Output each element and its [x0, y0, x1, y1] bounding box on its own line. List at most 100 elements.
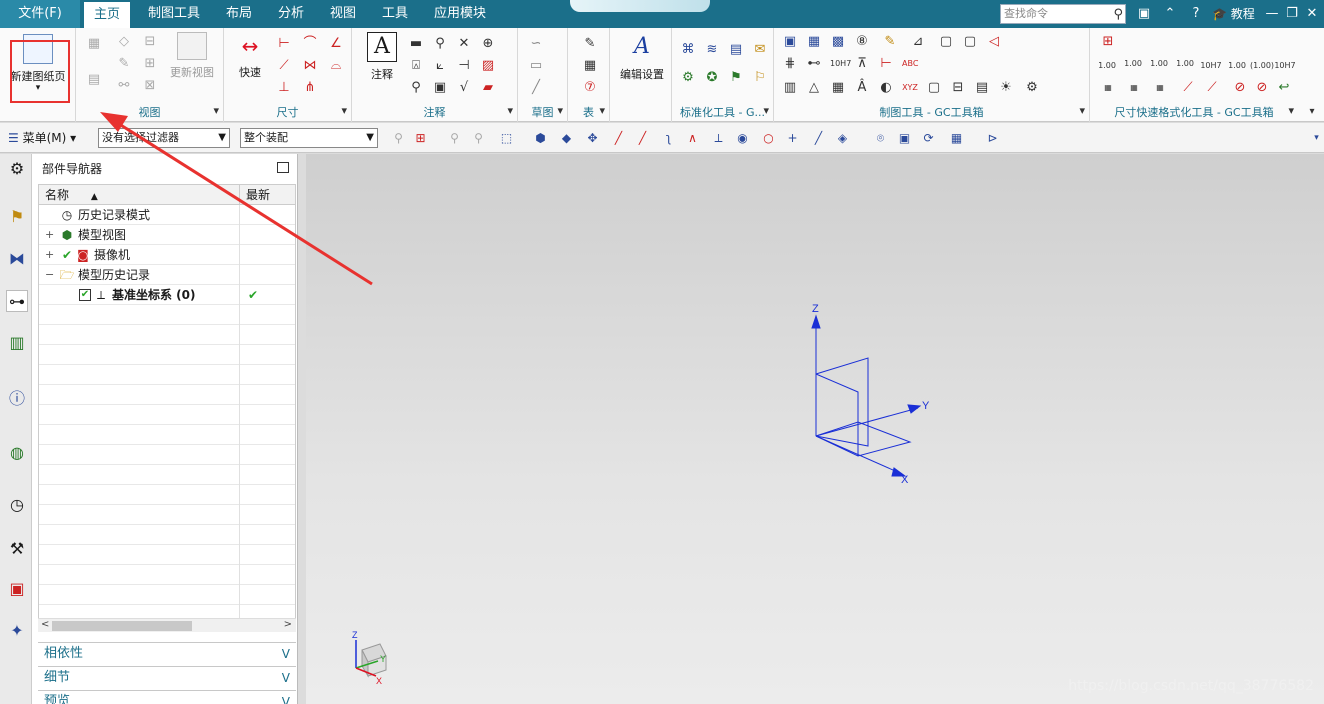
surface-finish-icon[interactable]: ⟀	[432, 58, 448, 74]
std-tool-1-icon[interactable]: ⌘	[680, 42, 696, 58]
snap-line-icon[interactable]: ╱	[810, 130, 827, 147]
group-drafting-gc-dropdown-icon[interactable]: ▾	[1079, 104, 1085, 117]
fmt-tool-7-icon[interactable]: ⊘	[1232, 80, 1248, 96]
gc-tool-25-icon[interactable]: ☀	[998, 80, 1014, 96]
arc-length-dim-icon[interactable]: ⌓	[328, 58, 344, 74]
restore-icon[interactable]: ❐	[1282, 4, 1302, 24]
gc-tool-17-icon[interactable]: △	[806, 80, 822, 96]
view-tool-2-icon[interactable]: ▣	[896, 130, 913, 147]
angular-dim-icon[interactable]: ∠	[328, 36, 344, 52]
group-table-dropdown-icon[interactable]: ▾	[599, 104, 605, 117]
std-tool-7-icon[interactable]: ⚑	[728, 70, 744, 86]
chevron-down-icon[interactable]: V	[282, 667, 290, 689]
window-icon[interactable]: ▣	[1134, 4, 1154, 24]
break-view-icon[interactable]: ✎	[116, 56, 132, 72]
section-view-icon[interactable]: ▤	[86, 72, 102, 88]
command-search-input[interactable]: 查找命令 ⚲	[1000, 4, 1126, 24]
view-tool-1-icon[interactable]: ⌾	[872, 130, 889, 147]
tree-row-datum-csys[interactable]: ✔ ⟂ 基准坐标系 (0) ✔	[39, 285, 295, 305]
dependencies-section[interactable]: 相依性 V	[38, 642, 296, 664]
fmt-tool-9-icon[interactable]: ↩	[1276, 80, 1292, 96]
gc-tool-1-icon[interactable]: ▣	[782, 34, 798, 50]
feature-dim-icon[interactable]: ⋔	[302, 80, 318, 96]
scroll-right-icon[interactable]: >	[284, 619, 292, 630]
fmt-tol-3[interactable]: 1.00	[1148, 56, 1170, 72]
expand-icon[interactable]: +	[45, 225, 54, 245]
reuse-library-icon[interactable]: ▥	[6, 332, 28, 354]
group-sketch-dropdown-icon[interactable]: ▾	[557, 104, 563, 117]
expand-icon[interactable]: +	[45, 245, 54, 265]
snap-quadrant-icon[interactable]: ○	[760, 130, 777, 147]
fmt-tol-1[interactable]: 1.00	[1096, 58, 1118, 74]
horizontal-scrollbar[interactable]: < >	[38, 618, 296, 632]
check-icon[interactable]: √	[456, 80, 472, 96]
hd3d-tools-icon[interactable]: ⓘ	[6, 388, 28, 410]
tab-tools[interactable]: 工具	[372, 0, 418, 28]
view-extra-icon[interactable]: ⊠	[142, 78, 158, 94]
gc-tool-20-icon[interactable]: ◐	[878, 80, 894, 96]
base-view-icon[interactable]: ▦	[86, 36, 102, 52]
gc-tool-14-icon[interactable]: ⊢	[878, 56, 894, 72]
visibility-checkbox[interactable]: ✔	[79, 289, 91, 301]
update-view-button[interactable]: 更新视图	[164, 32, 220, 80]
gc-tool-21-icon[interactable]: XYZ	[902, 80, 918, 96]
group-dim-format-dropdown-icon[interactable]: ▾	[1288, 104, 1294, 117]
filter-tool-2-icon[interactable]: ⊞	[412, 130, 429, 147]
std-tool-8-icon[interactable]: ⚐	[752, 70, 768, 86]
fmt-tool-3-icon[interactable]: ▦	[1126, 80, 1142, 96]
edit-settings-button[interactable]: A 编辑设置	[614, 32, 670, 82]
tree-row-history-mode[interactable]: ◷ 历史记录模式	[39, 205, 295, 225]
hatch-icon[interactable]: ▨	[480, 58, 496, 74]
std-tool-3-icon[interactable]: ▤	[728, 42, 744, 58]
gc-tool-5-icon[interactable]: ✎	[882, 34, 898, 50]
centerline-icon[interactable]: ✕	[456, 36, 472, 52]
datum-icon[interactable]: ⍓	[408, 58, 424, 74]
view-tool-3-icon[interactable]: ▦	[948, 130, 965, 147]
scroll-left-icon[interactable]: <	[41, 619, 49, 630]
preview-section[interactable]: 预览 V	[38, 690, 296, 704]
datum-coordinate-system[interactable]	[811, 314, 922, 477]
web-browser-icon[interactable]: ◍	[6, 442, 28, 464]
sketch-rect-icon[interactable]: ▭	[528, 58, 544, 74]
group-dimension-dropdown-icon[interactable]: ▾	[341, 104, 347, 117]
table-part-icon[interactable]: ⑦	[582, 80, 598, 96]
fmt-tool-5-icon[interactable]: ⟋	[1180, 80, 1196, 96]
group-standard-dropdown-icon[interactable]: ▾	[763, 104, 769, 117]
process-studio-icon[interactable]: ⚒	[6, 538, 28, 560]
quick-dimension-button[interactable]: ↔ 快速	[230, 32, 270, 80]
fmt-tool-2-icon[interactable]: ▦	[1100, 80, 1116, 96]
fmt-tool-4-icon[interactable]: ▦	[1152, 80, 1168, 96]
chevron-down-icon[interactable]: V	[282, 691, 290, 704]
view-link-icon[interactable]: ⚯	[116, 78, 132, 94]
search-icon[interactable]: ⚲	[1113, 6, 1123, 24]
gc-tool-7-icon[interactable]: ▢	[938, 34, 954, 50]
fmt-tool-8-icon[interactable]: ⊘	[1254, 80, 1270, 96]
projected-view-icon[interactable]: ◇	[116, 34, 132, 50]
detail-view-icon[interactable]: ⊟	[142, 34, 158, 50]
tab-analysis[interactable]: 分析	[268, 0, 314, 28]
snap-perp-icon[interactable]: ⟂	[710, 130, 727, 147]
tab-applications[interactable]: 应用模块	[424, 0, 496, 28]
view-refresh-icon[interactable]: ⟳	[920, 130, 937, 147]
snap-endpoint-icon[interactable]: ╱	[610, 130, 627, 147]
std-tool-5-icon[interactable]: ⚙	[680, 70, 696, 86]
tutorial-link[interactable]: 🎓 教程	[1212, 0, 1255, 28]
thickness-dim-icon[interactable]: ⋈	[302, 58, 318, 74]
table-note-icon[interactable]: ✎	[582, 36, 598, 52]
tab-drafting-tools[interactable]: 制图工具	[138, 0, 210, 28]
collapse-icon[interactable]: −	[45, 265, 54, 285]
gc-tool-24-icon[interactable]: ▤	[974, 80, 990, 96]
fmt-tol-8[interactable]: 10H7	[1274, 58, 1296, 74]
gc-tool-23-icon[interactable]: ⊟	[950, 80, 966, 96]
fmt-tol-4[interactable]: 1.00	[1174, 56, 1196, 72]
snap-face-icon[interactable]: ◈	[834, 130, 851, 147]
roles-icon[interactable]: ▣	[6, 578, 28, 600]
filter-tool-3-icon[interactable]: ⚲	[446, 130, 463, 147]
tab-file[interactable]: 文件(F)	[0, 0, 80, 28]
fmt-tol-2[interactable]: 1.00	[1122, 56, 1144, 72]
paint-icon[interactable]: ▰	[480, 80, 496, 96]
ordinate-dim-icon[interactable]: ⊥	[276, 80, 292, 96]
sketch-curve-icon[interactable]: ∽	[528, 36, 544, 52]
details-section[interactable]: 细节 V	[38, 666, 296, 688]
snap-curve-icon[interactable]: ʅ	[660, 130, 677, 147]
